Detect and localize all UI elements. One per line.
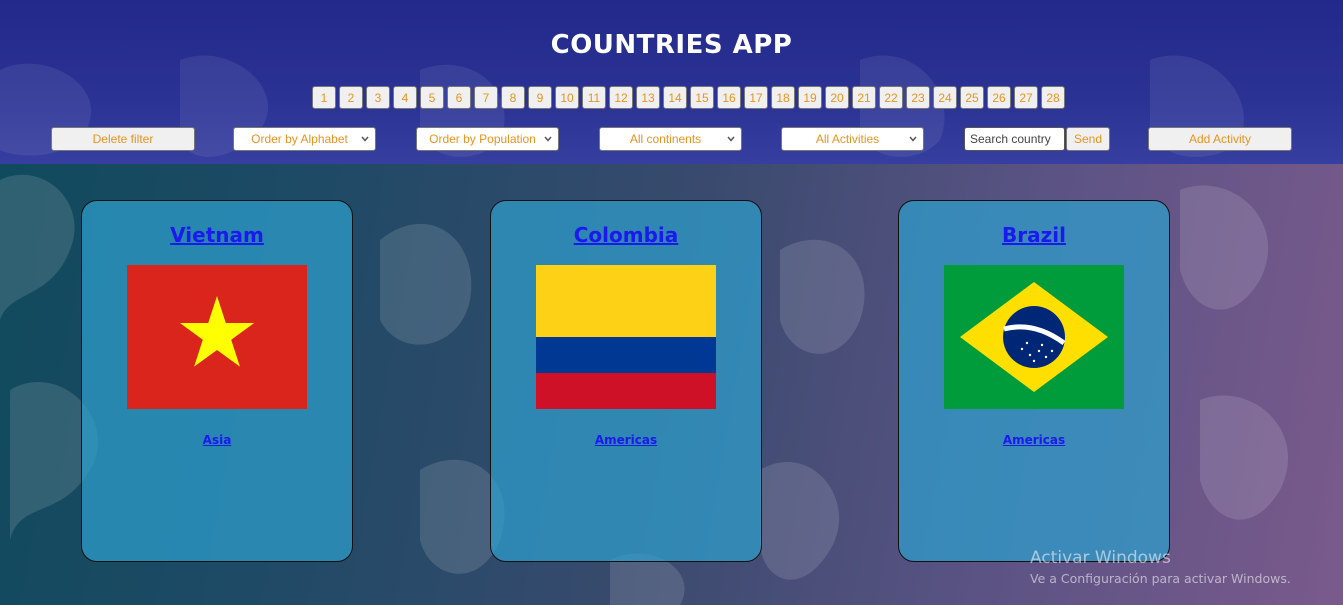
page-button[interactable]: 4	[393, 86, 417, 109]
filter-controls: Delete filter Order by Alphabet Order by…	[0, 127, 1343, 151]
page-button[interactable]: 17	[744, 86, 768, 109]
page-button[interactable]: 12	[609, 86, 633, 109]
app-header: COUNTRIES APP 1 2 3 4 5 6 7 8 9 10 11 12 13 14 15 16 17 1…	[0, 0, 1343, 164]
page-button[interactable]: 25	[960, 86, 984, 109]
chevron-down-icon	[727, 136, 735, 142]
page-button[interactable]: 23	[906, 86, 930, 109]
delete-filter-button[interactable]: Delete filter	[51, 127, 195, 151]
country-name-link[interactable]: Colombia	[491, 223, 761, 247]
page-button[interactable]: 2	[339, 86, 363, 109]
country-name-link[interactable]: Brazil	[899, 223, 1169, 247]
search-country-input[interactable]: Search country	[964, 127, 1065, 151]
page-button[interactable]: 8	[501, 86, 525, 109]
watermark-subtitle: Ve a Configuración para activar Windows.	[1030, 571, 1291, 586]
page-button[interactable]: 13	[636, 86, 660, 109]
chevron-down-icon	[909, 136, 917, 142]
page-button[interactable]: 18	[771, 86, 795, 109]
page-button[interactable]: 21	[852, 86, 876, 109]
vietnam-flag-icon	[127, 265, 307, 409]
chevron-down-icon	[544, 136, 552, 142]
app-title: COUNTRIES APP	[550, 30, 793, 60]
search-placeholder: Search country	[970, 132, 1051, 146]
continent-link[interactable]: Asia	[82, 433, 352, 447]
country-card: Colombia Americas	[490, 200, 762, 562]
order-population-label: Order by Population	[429, 132, 536, 146]
page-button[interactable]: 27	[1014, 86, 1038, 109]
activities-label: All Activities	[815, 132, 880, 146]
order-population-select[interactable]: Order by Population	[416, 127, 559, 151]
page-button[interactable]: 20	[825, 86, 849, 109]
page-button[interactable]: 22	[879, 86, 903, 109]
continents-label: All continents	[629, 132, 702, 146]
chevron-down-icon	[361, 136, 369, 142]
page-button[interactable]: 19	[798, 86, 822, 109]
windows-activation-watermark: Activar Windows Ve a Configuración para …	[1030, 548, 1291, 586]
order-alphabet-label: Order by Alphabet	[251, 132, 348, 146]
country-name-link[interactable]: Vietnam	[82, 223, 352, 247]
add-activity-button[interactable]: Add Activity	[1148, 127, 1292, 151]
country-cards: Vietnam Asia Colombia Americas Brazil Am…	[0, 200, 1343, 562]
colombia-flag-icon	[536, 265, 716, 409]
watermark-title: Activar Windows	[1030, 548, 1171, 568]
order-alphabet-select[interactable]: Order by Alphabet	[233, 127, 376, 151]
page-button[interactable]: 1	[312, 86, 336, 109]
page-button[interactable]: 14	[663, 86, 687, 109]
page-button[interactable]: 9	[528, 86, 552, 109]
brazil-flag-icon	[944, 265, 1124, 409]
country-card: Vietnam Asia	[81, 200, 353, 562]
page-button[interactable]: 16	[717, 86, 741, 109]
page-button[interactable]: 11	[582, 86, 606, 109]
continent-link[interactable]: Americas	[899, 433, 1169, 447]
pagination: 1 2 3 4 5 6 7 8 9 10 11 12 13 14 15 16 17 18 19 20 21 22 23 24 2…	[312, 86, 1072, 109]
page-button[interactable]: 10	[555, 86, 579, 109]
continent-link[interactable]: Americas	[491, 433, 761, 447]
page-button[interactable]: 26	[987, 86, 1011, 109]
page-button[interactable]: 15	[690, 86, 714, 109]
page-button[interactable]: 5	[420, 86, 444, 109]
continents-select[interactable]: All continents	[599, 127, 742, 151]
activities-select[interactable]: All Activities	[781, 127, 924, 151]
page-button[interactable]: 7	[474, 86, 498, 109]
page-button[interactable]: 24	[933, 86, 957, 109]
page-button[interactable]: 3	[366, 86, 390, 109]
page-button[interactable]: 28	[1041, 86, 1065, 109]
country-card: Brazil Americas	[898, 200, 1170, 562]
page-button[interactable]: 6	[447, 86, 471, 109]
send-button[interactable]: Send	[1066, 127, 1110, 151]
